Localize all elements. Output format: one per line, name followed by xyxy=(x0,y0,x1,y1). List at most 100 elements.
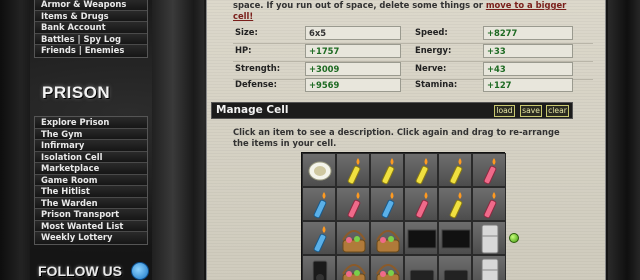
console-item[interactable] xyxy=(404,255,438,280)
stat-nerve-label: Nerve: xyxy=(415,63,447,73)
easter-basket-item[interactable] xyxy=(336,221,370,255)
pink-candle-icon xyxy=(415,192,429,219)
console-icon xyxy=(409,269,435,280)
fridge-item[interactable] xyxy=(472,255,506,280)
yellow-candle-item[interactable] xyxy=(438,187,472,221)
menu-item-game-room[interactable]: Game Room xyxy=(35,174,147,186)
pink-candle-item[interactable] xyxy=(336,187,370,221)
cell-grid[interactable] xyxy=(301,152,506,280)
easter-basket-icon xyxy=(376,230,400,253)
help-text: Click an item to see a description. Clic… xyxy=(233,127,560,148)
stat-strength-value: +3009 xyxy=(305,62,401,76)
yellow-candle-item[interactable] xyxy=(404,153,438,187)
tv-item[interactable] xyxy=(438,221,472,255)
tv-icon xyxy=(441,229,471,249)
menu-item-gym[interactable]: The Gym xyxy=(35,128,147,140)
stat-nerve: Nerve: +43 xyxy=(413,62,593,76)
console-item[interactable] xyxy=(438,255,472,280)
manage-cell-title: Manage Cell xyxy=(216,104,289,116)
pink-candle-item[interactable] xyxy=(472,187,506,221)
left-border xyxy=(0,0,30,280)
intro-text-body: space. If you run out of space, delete s… xyxy=(233,0,486,10)
stat-energy-label: Energy: xyxy=(415,45,452,55)
pink-candle-item[interactable] xyxy=(404,187,438,221)
fridge-icon xyxy=(481,258,499,280)
blue-candle-icon xyxy=(313,192,327,219)
menu-item-isolation-cell[interactable]: Isolation Cell xyxy=(35,151,147,163)
manage-cell-bar: Manage Cell load save clear xyxy=(211,102,573,119)
prison-menu: Explore Prison The Gym Infirmary Isolati… xyxy=(34,116,148,245)
easter-basket-item[interactable] xyxy=(370,255,404,280)
stat-stamina-label: Stamina: xyxy=(415,79,458,89)
yellow-candle-icon xyxy=(347,158,361,185)
speaker-item[interactable] xyxy=(302,255,336,280)
blue-candle-icon xyxy=(381,192,395,219)
stat-strength: Strength: +3009 xyxy=(233,62,413,76)
stat-stamina: Stamina: +127 xyxy=(413,78,593,92)
menu-item-infirmary[interactable]: Infirmary xyxy=(35,140,147,152)
easter-basket-icon xyxy=(342,230,366,253)
bigger-cell-link-text: move to a bigger xyxy=(485,0,567,10)
tv-icon xyxy=(407,229,437,249)
stat-size-value: 6x5 xyxy=(305,26,401,40)
stat-stamina-value: +127 xyxy=(483,78,573,92)
menu-item-prison-transport[interactable]: Prison Transport xyxy=(35,209,147,221)
yellow-candle-icon xyxy=(415,158,429,185)
stat-strength-label: Strength: xyxy=(235,63,281,73)
pink-candle-icon xyxy=(347,192,361,219)
pink-candle-icon xyxy=(483,192,497,219)
bird-icon[interactable] xyxy=(131,262,149,280)
yellow-candle-item[interactable] xyxy=(370,153,404,187)
menu-item-armor-weapons[interactable]: Armor & Weapons xyxy=(35,0,147,11)
stat-defense: Defense: +9569 xyxy=(233,78,413,92)
account-menu: Armor & Weapons Items & Drugs Bank Accou… xyxy=(34,0,148,58)
toilet-item[interactable] xyxy=(302,153,336,187)
main-panel: space. If you run out of space, delete s… xyxy=(206,0,606,280)
pink-candle-item[interactable] xyxy=(472,153,506,187)
easter-basket-item[interactable] xyxy=(370,221,404,255)
console-icon xyxy=(443,269,469,280)
prison-header: PRISON xyxy=(42,83,111,102)
yellow-candle-item[interactable] xyxy=(336,153,370,187)
blue-candle-item[interactable] xyxy=(302,221,336,255)
right-border xyxy=(608,0,640,280)
fridge-icon xyxy=(481,224,499,254)
yellow-candle-item[interactable] xyxy=(438,153,472,187)
intro-text: space. If you run out of space, delete s… xyxy=(233,0,593,22)
save-button[interactable]: save xyxy=(520,105,542,117)
blue-candle-item[interactable] xyxy=(370,187,404,221)
menu-item-bank-account[interactable]: Bank Account xyxy=(35,22,147,34)
menu-item-battles-spylog[interactable]: Battles | Spy Log xyxy=(35,33,147,45)
stat-hp-label: HP: xyxy=(235,45,252,55)
menu-item-marketplace[interactable]: Marketplace xyxy=(35,163,147,175)
sidebar-border xyxy=(152,0,204,280)
go-icon[interactable] xyxy=(509,233,519,243)
bigger-cell-link-text-cont: cell! xyxy=(233,11,254,21)
yellow-candle-icon xyxy=(381,158,395,185)
blue-candle-icon xyxy=(313,226,327,253)
stat-defense-label: Defense: xyxy=(235,79,277,89)
menu-item-warden[interactable]: The Warden xyxy=(35,197,147,209)
blue-candle-item[interactable] xyxy=(302,187,336,221)
stat-speed: Speed: +8277 xyxy=(413,26,593,40)
load-button[interactable]: load xyxy=(494,105,515,117)
menu-item-explore-prison[interactable]: Explore Prison xyxy=(35,117,147,129)
speaker-icon xyxy=(312,260,328,280)
stat-speed-value: +8277 xyxy=(483,26,573,40)
yellow-candle-icon xyxy=(449,158,463,185)
stat-energy: Energy: +33 xyxy=(413,44,593,58)
tv-item[interactable] xyxy=(404,221,438,255)
fridge-item[interactable] xyxy=(472,221,506,255)
menu-item-items-drugs[interactable]: Items & Drugs xyxy=(35,10,147,22)
menu-item-hitlist[interactable]: The Hitlist xyxy=(35,186,147,198)
stat-energy-value: +33 xyxy=(483,44,573,58)
menu-item-weekly-lottery[interactable]: Weekly Lottery xyxy=(35,232,147,244)
menu-item-friends-enemies[interactable]: Friends | Enemies xyxy=(35,45,147,57)
stat-speed-label: Speed: xyxy=(415,27,448,37)
stat-hp: HP: +1757 xyxy=(233,44,413,58)
easter-basket-item[interactable] xyxy=(336,255,370,280)
stat-size-label: Size: xyxy=(235,27,258,37)
menu-item-most-wanted[interactable]: Most Wanted List xyxy=(35,220,147,232)
stat-hp-value: +1757 xyxy=(305,44,401,58)
clear-button[interactable]: clear xyxy=(546,105,569,117)
